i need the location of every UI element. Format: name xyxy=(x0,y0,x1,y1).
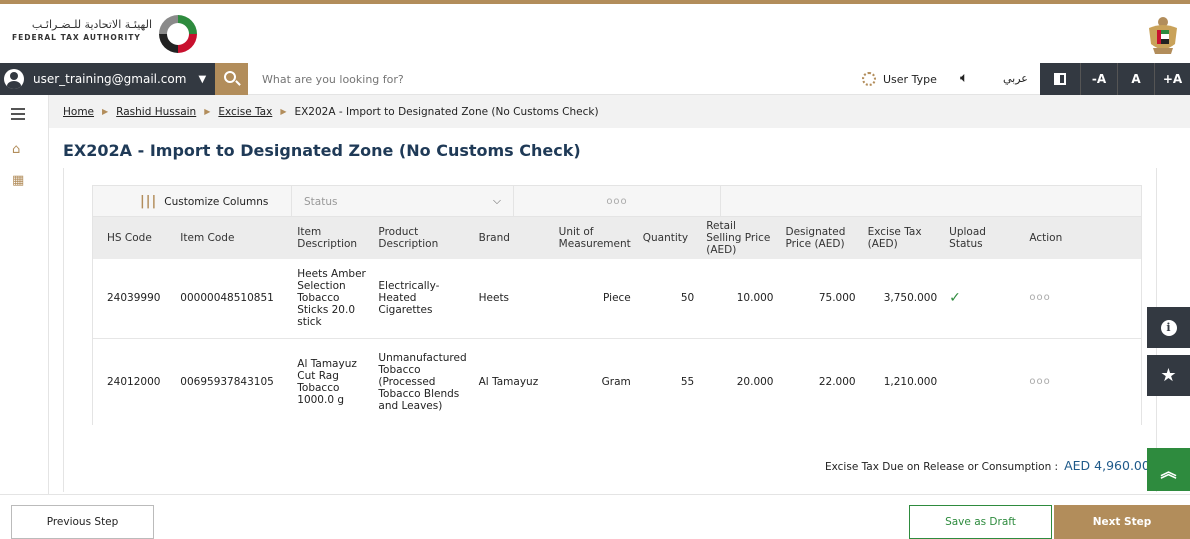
cell-unit: Piece xyxy=(552,259,637,339)
font-normal-button[interactable]: A xyxy=(1117,63,1154,95)
upload-success-check-icon: ✓ xyxy=(943,259,1024,339)
col-header-item-code[interactable]: Item Code xyxy=(174,217,292,259)
table-row: 24012000 00695937843105 Al Tamayuz Cut R… xyxy=(93,338,1141,425)
search-button[interactable] xyxy=(215,63,248,95)
cell-unit: Gram xyxy=(552,338,637,425)
logo-arabic: الهيئـة الاتحادية للـضـرائـب xyxy=(31,18,152,31)
top-toolbar: user_training@gmail.com ▼ User Type 🔈︎ ع… xyxy=(0,63,1190,95)
col-header-retail-price[interactable]: Retail Selling Price (AED) xyxy=(700,217,780,259)
user-type-button[interactable]: User Type xyxy=(862,63,937,95)
user-avatar-icon xyxy=(4,69,24,89)
language-toggle[interactable]: عربي xyxy=(1003,72,1028,85)
customize-columns-button[interactable]: ||| Customize Columns xyxy=(93,186,292,217)
logo-english: FEDERAL TAX AUTHORITY xyxy=(12,33,141,42)
cell-brand: Heets xyxy=(472,259,553,339)
col-header-action[interactable]: Action xyxy=(1023,217,1141,259)
info-button[interactable]: i xyxy=(1147,307,1190,348)
items-table-panel: ||| Customize Columns Status ⌵ ooo HS Co… xyxy=(92,185,1142,425)
cell-brand: Al Tamayuz xyxy=(472,338,553,425)
cell-retail-price: 20.000 xyxy=(700,338,780,425)
breadcrumb-current: EX202A - Import to Designated Zone (No C… xyxy=(294,105,599,118)
previous-step-button[interactable]: Previous Step xyxy=(11,505,154,539)
cell-quantity: 50 xyxy=(636,259,701,339)
breadcrumb-excise-tax[interactable]: Excise Tax xyxy=(218,106,272,118)
next-step-button[interactable]: Next Step xyxy=(1054,505,1190,539)
breadcrumb-home[interactable]: Home xyxy=(63,106,94,118)
user-type-label: User Type xyxy=(883,72,937,86)
table-toolbar: ||| Customize Columns Status ⌵ ooo xyxy=(93,186,1141,217)
cell-designated-price: 75.000 xyxy=(779,259,862,339)
breadcrumb-arrow-icon: ▶ xyxy=(280,107,287,116)
gear-icon xyxy=(862,72,876,86)
status-placeholder: Status xyxy=(304,195,338,208)
table-row: 24039990 00000048510851 Heets Amber Sele… xyxy=(93,259,1141,339)
upload-status-cell xyxy=(943,338,1024,425)
breadcrumb: Home ▶ Rashid Hussain ▶ Excise Tax ▶ EX2… xyxy=(49,95,1190,128)
total-label: Excise Tax Due on Release or Consumption… xyxy=(825,461,1059,473)
fta-logo-text[interactable]: الهيئـة الاتحادية للـضـرائـب FEDERAL TAX… xyxy=(12,18,152,42)
cell-product-description: Unmanufactured Tobacco (Processed Tobacc… xyxy=(372,338,473,425)
user-email: user_training@gmail.com xyxy=(33,72,187,86)
cell-item-code: 00000048510851 xyxy=(174,259,292,339)
contrast-icon xyxy=(1054,73,1066,85)
breadcrumb-arrow-icon: ▶ xyxy=(204,107,211,116)
star-icon: ★ xyxy=(1160,365,1177,386)
grid-icon[interactable]: ▦ xyxy=(12,173,24,188)
items-table: HS Code Item Code Item Description Produ… xyxy=(93,217,1141,425)
col-header-brand[interactable]: Brand xyxy=(472,217,553,259)
cell-excise-tax: 1,210.000 xyxy=(861,338,944,425)
chevron-down-icon: ⌵ xyxy=(493,195,501,207)
footer-actions: Previous Step Save as Draft Next Step xyxy=(0,494,1190,539)
fta-logo-icon[interactable] xyxy=(156,12,200,56)
cell-item-code: 00695937843105 xyxy=(174,338,292,425)
cell-excise-tax: 3,750.000 xyxy=(861,259,944,339)
cell-item-description: Al Tamayuz Cut Rag Tobacco 1000.0 g xyxy=(291,338,373,425)
col-header-designated-price[interactable]: Designated Price (AED) xyxy=(779,217,862,259)
font-decrease-button[interactable]: -A xyxy=(1080,63,1117,95)
font-increase-button[interactable]: +A xyxy=(1154,63,1190,95)
favorite-button[interactable]: ★ xyxy=(1147,355,1190,396)
status-filter-select[interactable]: Status ⌵ xyxy=(292,186,514,217)
user-menu[interactable]: user_training@gmail.com ▼ xyxy=(0,63,215,95)
customize-columns-label: Customize Columns xyxy=(164,195,269,208)
chevron-down-icon[interactable]: ▼ xyxy=(198,74,206,85)
uae-emblem-icon xyxy=(1149,17,1177,54)
home-icon[interactable]: ⌂ xyxy=(12,142,20,157)
excise-tax-total: Excise Tax Due on Release or Consumption… xyxy=(825,458,1150,473)
breadcrumb-arrow-icon: ▶ xyxy=(102,107,109,116)
page-title: EX202A - Import to Designated Zone (No C… xyxy=(63,141,581,160)
cell-retail-price: 10.000 xyxy=(700,259,780,339)
more-icon: ooo xyxy=(606,196,628,207)
info-icon: i xyxy=(1160,319,1177,336)
col-header-excise-tax[interactable]: Excise Tax (AED) xyxy=(861,217,944,259)
col-header-hs-code[interactable]: HS Code xyxy=(93,217,175,259)
row-action-menu[interactable]: ooo xyxy=(1023,338,1141,425)
col-header-upload-status[interactable]: Upload Status xyxy=(943,217,1024,259)
total-amount: AED 4,960.00 xyxy=(1064,458,1150,473)
cell-item-description: Heets Amber Selection Tobacco Sticks 20.… xyxy=(291,259,373,339)
cell-quantity: 55 xyxy=(636,338,701,425)
col-header-item-description[interactable]: Item Description xyxy=(291,217,373,259)
cell-hs-code: 24012000 xyxy=(93,338,175,425)
save-as-draft-button[interactable]: Save as Draft xyxy=(909,505,1052,539)
cell-designated-price: 22.000 xyxy=(779,338,862,425)
search-input[interactable] xyxy=(262,69,762,89)
breadcrumb-user[interactable]: Rashid Hussain xyxy=(116,106,196,118)
more-options-button[interactable]: ooo xyxy=(514,186,721,217)
col-header-product-description[interactable]: Product Description xyxy=(372,217,473,259)
row-action-menu[interactable]: ooo xyxy=(1023,259,1141,339)
cell-product-description: Electrically-Heated Cigarettes xyxy=(372,259,473,339)
table-header-row: HS Code Item Code Item Description Produ… xyxy=(93,217,1141,259)
contrast-button[interactable] xyxy=(1040,63,1080,95)
columns-icon: ||| xyxy=(140,194,158,209)
scroll-to-top-button[interactable]: ︽ xyxy=(1147,448,1190,491)
speaker-icon[interactable]: 🔈︎ xyxy=(960,70,968,86)
col-header-unit[interactable]: Unit of Measurement xyxy=(552,217,637,259)
menu-icon[interactable] xyxy=(11,108,25,123)
site-header: الهيئـة الاتحادية للـضـرائـب FEDERAL TAX… xyxy=(0,4,1190,63)
left-sidebar: ⌂ ▦ xyxy=(0,95,49,494)
col-header-quantity[interactable]: Quantity xyxy=(636,217,701,259)
cell-hs-code: 24039990 xyxy=(93,259,175,339)
double-chevron-up-icon: ︽ xyxy=(1160,461,1177,481)
